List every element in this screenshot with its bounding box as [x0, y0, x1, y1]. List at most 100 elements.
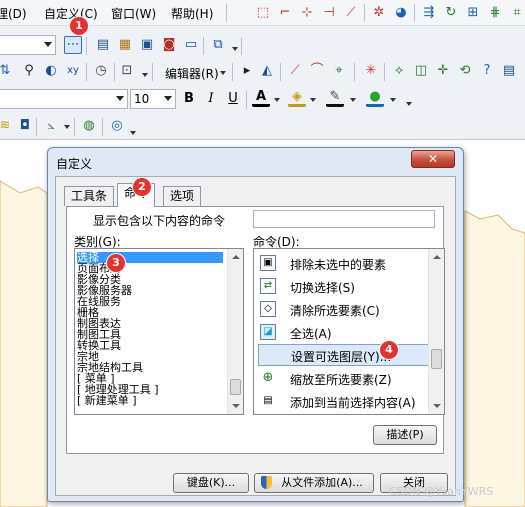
- command-item[interactable]: ⇄ 切换选择(S): [258, 275, 430, 297]
- layer-stack-icon[interactable]: ≋: [0, 117, 14, 135]
- tab-toolbars[interactable]: 工具条: [64, 186, 115, 206]
- segment-tool-icon[interactable]: ⊣: [320, 4, 338, 22]
- scroll-up-icon[interactable]: [433, 255, 441, 259]
- chevron-down-icon[interactable]: [274, 98, 280, 106]
- scroll-thumb[interactable]: [431, 349, 442, 369]
- commands-scrollbar[interactable]: [428, 249, 444, 414]
- magnifier-icon[interactable]: ⊡: [118, 62, 136, 80]
- font-name-combo-box[interactable]: [0, 89, 128, 109]
- tab-options[interactable]: 选项: [163, 186, 202, 206]
- list-item[interactable]: [ 新建菜单 ]: [77, 395, 137, 406]
- sort-icon[interactable]: ⇅: [0, 62, 14, 80]
- globe-green-icon[interactable]: ◍: [80, 117, 98, 135]
- identify-icon[interactable]: ◐: [42, 62, 60, 80]
- select-rectangle-icon[interactable]: ⬚: [254, 4, 272, 22]
- edit-annotation-icon[interactable]: ◭: [258, 62, 276, 80]
- arctoolbox-icon[interactable]: ◙: [160, 36, 178, 54]
- command-search-input[interactable]: [253, 210, 435, 228]
- editor-menu[interactable]: 编辑器(R): [165, 65, 219, 82]
- edit-tool-icon[interactable]: ▸: [238, 62, 256, 80]
- categories-list[interactable]: 选择 页面布局 影像分类 影像服务器 在线服务 栅格 制图表达 制图工具 转换工…: [74, 248, 244, 415]
- help-icon[interactable]: ?: [478, 62, 496, 80]
- globe-tool-icon[interactable]: ◕: [392, 4, 410, 22]
- command-item[interactable]: ⊕ 缩放至所选要素(Z): [258, 367, 430, 389]
- command-label: 缩放至所选要素(Z): [290, 373, 392, 387]
- scatter-tool-icon[interactable]: ✲: [370, 4, 388, 22]
- catalog-icon[interactable]: ▦: [116, 36, 134, 54]
- edit-vertices-icon[interactable]: ⌐: [276, 4, 294, 22]
- scroll-down-icon[interactable]: [433, 404, 441, 408]
- step-badge-4: 4: [380, 341, 398, 359]
- customize-toolbar-icon[interactable]: ⋯: [64, 36, 82, 54]
- line-color-icon[interactable]: ✎: [326, 89, 344, 107]
- chevron-down-icon[interactable]: [350, 98, 356, 106]
- command-item[interactable]: ◇ 清除所选要素(C): [258, 298, 430, 320]
- transfer-icon[interactable]: ⇶: [420, 4, 438, 22]
- menu-help[interactable]: 帮助(H): [171, 5, 213, 22]
- menu-geoprocessing[interactable]: 理(D): [0, 5, 27, 22]
- scroll-down-icon[interactable]: [232, 404, 240, 408]
- time-slider-icon[interactable]: ◷: [92, 62, 110, 80]
- matrix-tool-icon[interactable]: ⋕: [486, 4, 504, 22]
- profile-graph-icon[interactable]: ⦣: [42, 117, 60, 135]
- scroll-up-icon[interactable]: [232, 255, 240, 259]
- search-window-icon[interactable]: ▣: [138, 36, 156, 54]
- italic-button[interactable]: I: [202, 90, 220, 108]
- marker-color-icon[interactable]: ●: [366, 89, 384, 107]
- categories-scrollbar[interactable]: [227, 249, 243, 414]
- node-tool-icon[interactable]: ⊹: [298, 4, 316, 22]
- straight-segment-icon[interactable]: ⟋: [286, 62, 304, 80]
- cut-polygon-icon[interactable]: ◫: [412, 62, 430, 80]
- command-item[interactable]: ▣ 排除未选中的要素: [258, 252, 430, 274]
- command-label: 清除所选要素(C): [290, 304, 380, 318]
- grid-tool-icon[interactable]: ⊞: [464, 4, 482, 22]
- add-data-globe-icon[interactable]: ◎: [108, 117, 126, 135]
- layer-properties-icon[interactable]: ◘: [16, 117, 34, 135]
- toolbar-overflow-icon[interactable]: [130, 131, 136, 139]
- layer-combo[interactable]: [0, 35, 56, 55]
- toolbar-overflow-icon[interactable]: [142, 73, 148, 81]
- menu-customize[interactable]: 自定义(C): [44, 5, 98, 22]
- go-to-xy-icon[interactable]: xy: [64, 62, 82, 80]
- toolbar-overflow-icon[interactable]: [232, 47, 238, 55]
- command-item[interactable]: ▤ 添加到当前选择内容(A): [258, 390, 430, 412]
- chevron-down-icon[interactable]: [64, 125, 70, 133]
- rotate-icon[interactable]: ⟲: [456, 62, 474, 80]
- split-icon[interactable]: ✛: [434, 62, 452, 80]
- underline-button[interactable]: U: [224, 90, 242, 108]
- commands-list[interactable]: ▣ 排除未选中的要素 ⇄ 切换选择(S) ◇ 清除所选要素(C) ◪ 全选(A)…: [253, 248, 445, 415]
- close-icon[interactable]: ✕: [411, 150, 455, 168]
- font-size-value: 10: [134, 92, 150, 106]
- dialog-body: 工具条 命令 选项 显示包含以下内容的命令 类别(G): 命令(D): 选择 页…: [55, 176, 456, 496]
- describe-button[interactable]: 描述(P): [373, 425, 437, 445]
- toolbar-overflow-icon[interactable]: [406, 102, 412, 110]
- find-icon[interactable]: ⚲: [20, 62, 38, 80]
- model-builder-icon[interactable]: ⧉: [209, 36, 227, 54]
- font-color-button[interactable]: A: [252, 89, 270, 107]
- table-icon[interactable]: ▤: [94, 36, 112, 54]
- attributes-icon[interactable]: ▤: [500, 62, 518, 80]
- sketch-tool-icon[interactable]: ✳: [362, 62, 380, 80]
- keyboard-button[interactable]: 键盘(K)...: [173, 473, 249, 493]
- fill-color-icon[interactable]: ◈: [288, 89, 306, 107]
- network-tool-icon[interactable]: ⌗: [508, 4, 525, 22]
- refresh-icon[interactable]: ↻: [442, 4, 460, 22]
- font-size-combo[interactable]: 10: [130, 89, 176, 109]
- scroll-thumb[interactable]: [230, 379, 241, 395]
- add-from-file-button[interactable]: 从文件添加(A)...: [254, 473, 374, 493]
- add-to-selection-icon: ▤: [263, 395, 273, 406]
- bold-button[interactable]: B: [180, 90, 198, 108]
- menu-window[interactable]: 窗口(W): [111, 5, 156, 22]
- python-window-icon[interactable]: ▭: [182, 36, 200, 54]
- command-item[interactable]: ◪ 全选(A): [258, 321, 430, 343]
- point-tool-icon[interactable]: ⌖: [330, 62, 348, 80]
- curve-segment-icon[interactable]: ⌒: [308, 62, 326, 80]
- chevron-down-icon: [220, 71, 226, 79]
- toolbar-separator: [232, 63, 233, 81]
- chevron-down-icon[interactable]: [390, 98, 396, 106]
- customize-dialog: 自定义 ✕ 工具条 命令 选项 显示包含以下内容的命令 类别(G): 命令(D)…: [47, 147, 464, 502]
- chevron-down-icon[interactable]: [310, 98, 316, 106]
- reshape-icon[interactable]: ⟡: [390, 62, 408, 80]
- command-item-set-selectable-layers[interactable]: 设置可选图层(Y)...: [258, 344, 430, 366]
- trace-tool-icon[interactable]: ⟋: [342, 4, 360, 22]
